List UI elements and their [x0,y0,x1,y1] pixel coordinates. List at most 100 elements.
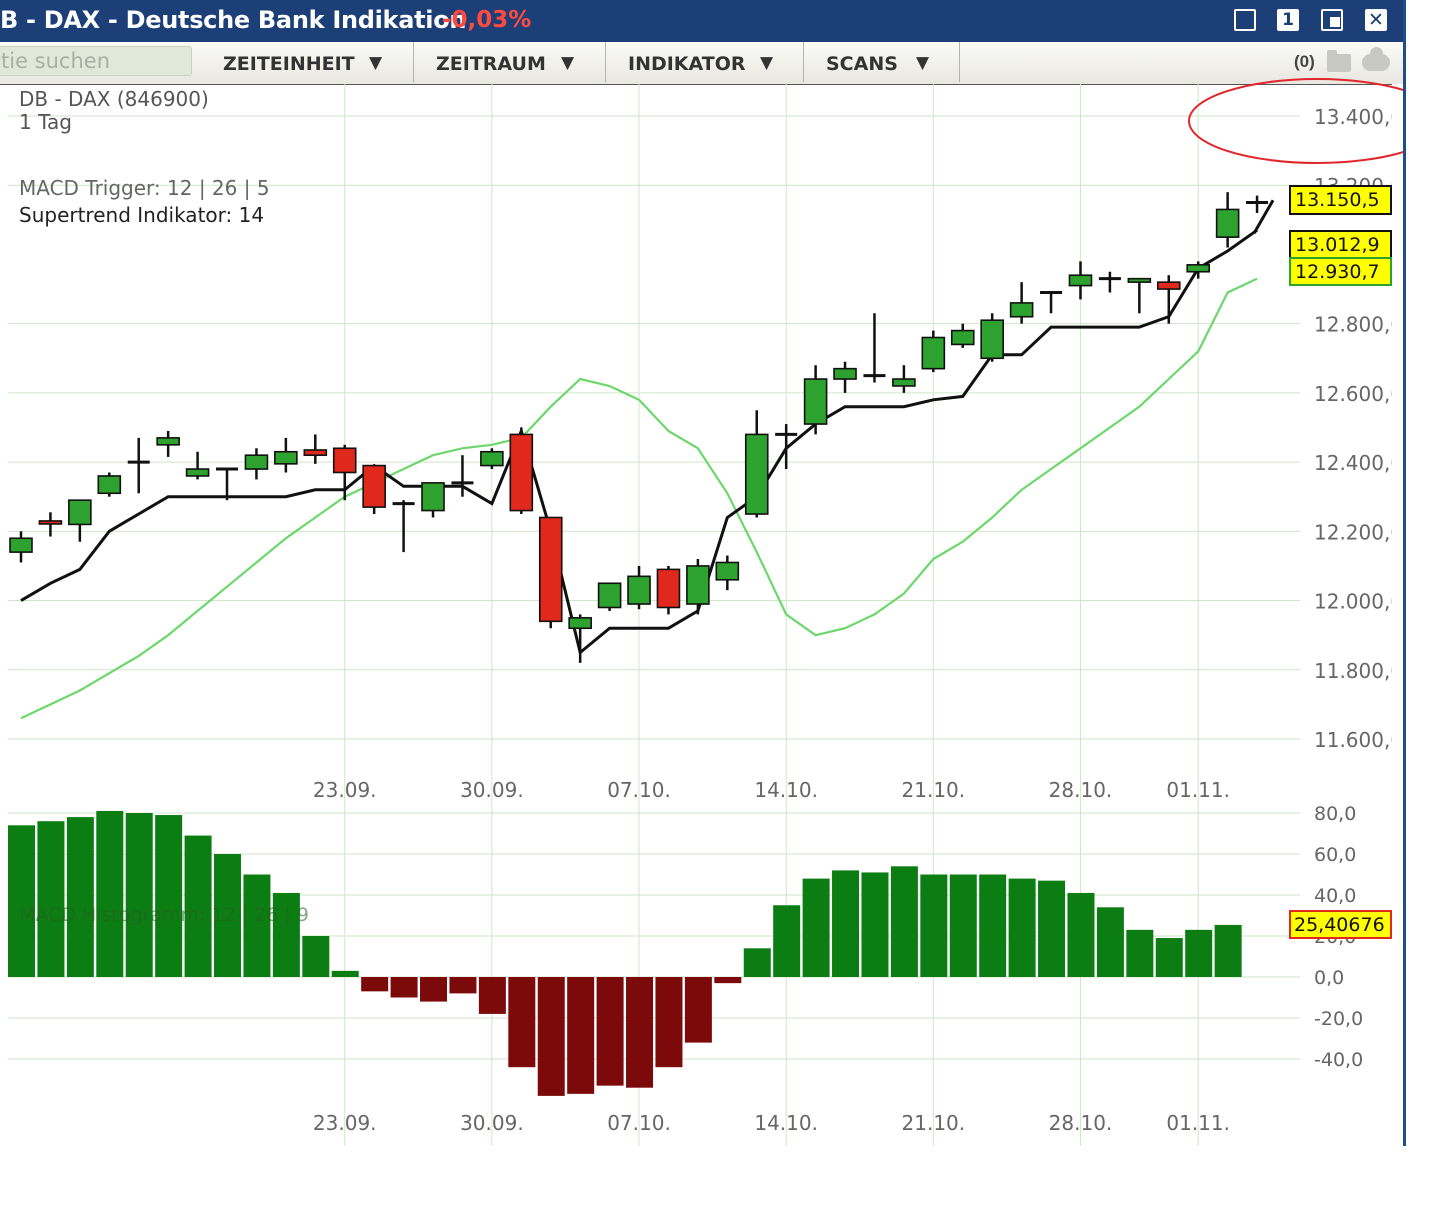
histogram-bar [979,875,1006,978]
candle-body [1187,265,1209,272]
candle-body [334,448,356,472]
histogram-bar [96,811,123,977]
candle-body [540,517,562,621]
histogram-bar [67,817,94,977]
candle-body [1011,303,1033,317]
price-tag-value: 13.012,9 [1295,234,1380,256]
date-label: 21.10. [902,778,966,802]
date-label: 30.09. [460,778,524,802]
grid [8,84,1300,1146]
date-label: 01.11. [1166,778,1230,802]
candle-body [1158,282,1180,289]
histogram-bar [1156,938,1183,977]
price-tags: 13.150,513.012,912.930,725,40676 [1290,84,1403,1146]
chart-area[interactable]: 13.400,013.200,012.800,012.600,012.400,0… [0,0,1404,1146]
interval-label: 1 Tag [19,110,72,134]
candle-body [304,450,326,455]
date-label: 28.10. [1049,1111,1113,1135]
histogram-bar [655,977,682,1067]
histogram-bar [597,977,624,1086]
candle-body [687,566,709,604]
histogram-bar [391,977,418,998]
date-label: 07.10. [607,1111,671,1135]
candle-body [599,583,621,607]
candle-body [422,483,444,511]
window-border [1403,0,1406,1146]
date-label: 28.10. [1049,778,1113,802]
histogram-tick-label: 60,0 [1314,844,1356,866]
histogram-bar [361,977,388,991]
price-tick-label: 12.400,0 [1314,451,1403,475]
histogram-tick-label: 80,0 [1314,803,1356,825]
price-tick-label: 12.800,0 [1314,313,1403,337]
histogram-bar [37,821,64,977]
histogram-bar [1097,907,1124,977]
date-label: 30.09. [460,1111,524,1135]
candle-body [952,331,974,345]
candle-body [157,438,179,445]
histogram-tick-label: -40,0 [1314,1049,1363,1071]
histogram-bar [950,875,977,978]
histogram-bar [626,977,653,1088]
date-label: 01.11. [1166,1111,1230,1135]
histogram-label: MACD Histogramm: 12 | 26 | 9 [19,904,309,926]
histogram-bar [1126,930,1153,977]
candle-body [1128,279,1150,282]
histogram-bar [420,977,447,1002]
histogram-bar [1009,879,1036,977]
histogram-bar [744,948,771,977]
candle-body [187,469,209,476]
candle-body [628,576,650,604]
price-tick-label: 12.000,0 [1314,590,1403,614]
candle-body [363,466,385,508]
candle-body [39,521,61,524]
candle-body [893,379,915,386]
histogram-tick-label: -20,0 [1314,1008,1363,1030]
histogram-bar [803,879,830,977]
histogram-bar [538,977,565,1096]
histogram-bar [302,936,329,977]
histogram-bar [1038,881,1065,977]
date-label: 23.09. [313,778,377,802]
date-axis-top: 23.09. 30.09. 07.10. 14.10. 21.10. 28.10. 01.1… [313,778,1230,802]
price-tick-label: 11.800,0 [1314,659,1403,683]
candle-body [569,618,591,628]
candle-body [275,452,297,464]
supertrend-label: Supertrend Indikator: 14 [19,203,264,227]
date-label: 21.10. [902,1111,966,1135]
candle-body [510,434,532,510]
macd-trigger-label: MACD Trigger: 12 | 26 | 5 [19,176,270,200]
date-axis-bottom: 23.09. 30.09. 07.10. 14.10. 21.10. 28.10. 01.1… [313,1111,1230,1135]
candle-body [922,338,944,369]
histogram-bar [1215,925,1242,977]
candle-body [1217,209,1239,237]
candle-body [10,538,32,552]
histogram-bar [126,813,153,977]
candle-body [657,569,679,607]
date-label: 23.09. [313,1111,377,1135]
price-tick-label: 12.200,0 [1314,520,1403,544]
histogram-bar [567,977,594,1094]
chart-window: B - DAX - Deutsche Bank Indikation -0,03… [0,0,1406,1146]
date-label: 14.10. [754,778,818,802]
date-label: 14.10. [754,1111,818,1135]
histogram-bar [8,825,35,977]
instrument-label: DB - DAX (846900) [19,87,209,111]
histogram-tick-label: 40,0 [1314,885,1356,907]
histogram-bar [1185,930,1212,977]
price-tick-label: 13.400,0 [1314,105,1403,129]
date-label: 07.10. [607,778,671,802]
histogram-bar [891,866,918,977]
histogram-tag-value: 25,40676 [1294,914,1385,936]
histogram-tick-label: 0,0 [1314,967,1344,989]
candle-body [746,434,768,514]
histogram-bar [332,971,359,977]
histogram-bar [773,905,800,977]
histogram-bar [1067,893,1094,977]
histogram-bar [920,875,947,978]
candle-body [69,500,91,524]
histogram-bar [155,815,182,977]
candle-body [98,476,120,493]
histogram-bar [832,870,859,977]
histogram-bar [714,977,741,983]
